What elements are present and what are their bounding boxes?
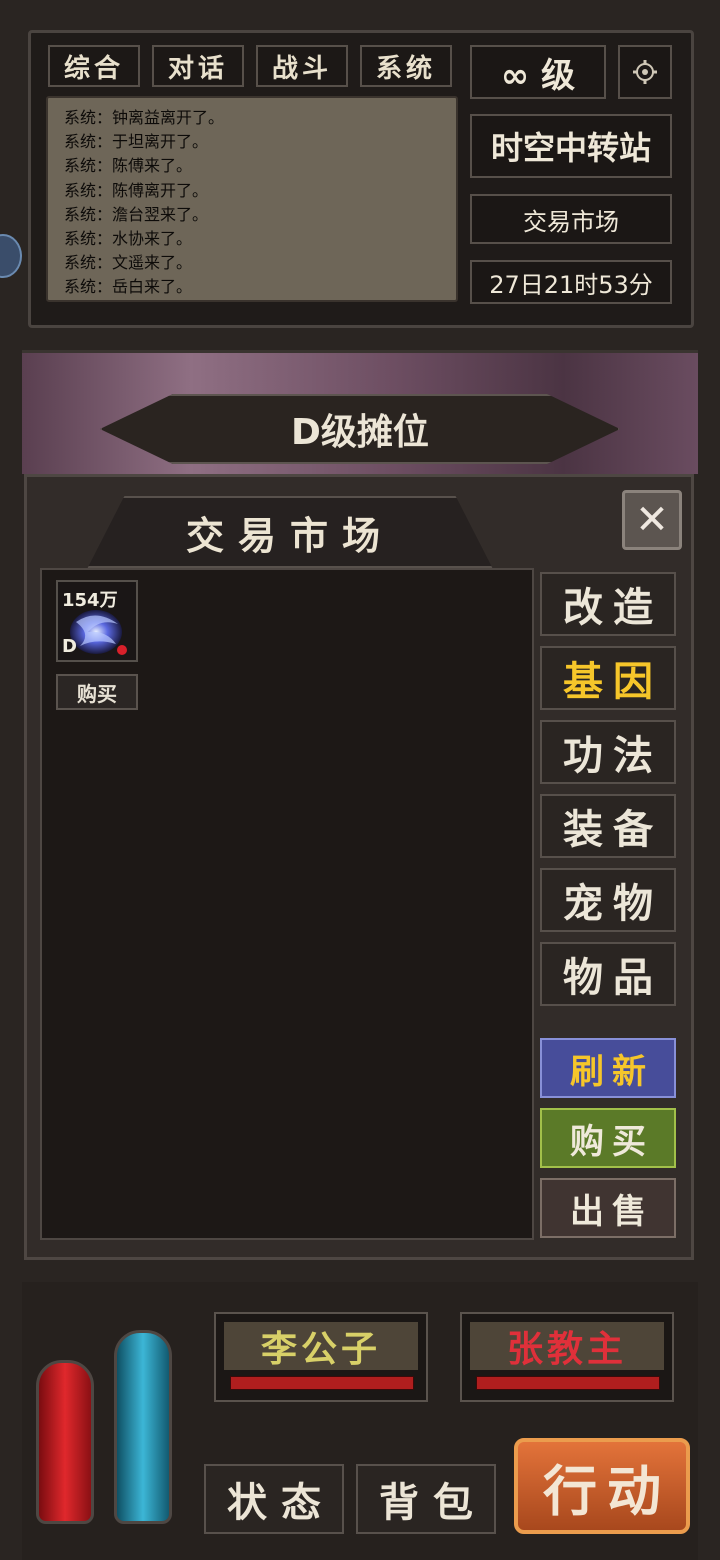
settings-button[interactable]	[618, 45, 672, 99]
category-equipment[interactable]: 装备	[540, 794, 676, 858]
category-modify[interactable]: 改造	[540, 572, 676, 636]
player-hp-bar	[230, 1376, 414, 1390]
sub-location: 交易市场	[470, 194, 672, 244]
buy-button[interactable]: 购买	[540, 1108, 676, 1168]
tab-battle[interactable]: 战斗	[256, 45, 348, 87]
action-button[interactable]: 行动	[514, 1438, 690, 1534]
game-time: 27日21时53分	[470, 260, 672, 304]
player-card-2[interactable]: 张教主	[460, 1312, 674, 1402]
location-title: 时空中转站	[470, 114, 672, 178]
chat-message: 系统：钟离益离开了。	[64, 108, 225, 127]
bag-button[interactable]: 背包	[356, 1464, 496, 1534]
player-name: 张教主	[470, 1322, 664, 1370]
player-name: 李公子	[224, 1322, 418, 1370]
category-pet[interactable]: 宠物	[540, 868, 676, 932]
stall-title: D级摊位	[100, 394, 620, 464]
category-gene[interactable]: 基因	[540, 646, 676, 710]
health-vial	[36, 1360, 94, 1524]
gear-icon	[633, 60, 657, 84]
chat-message: 系统：岳白来了。	[64, 277, 193, 297]
chat-message: 系统：澹台翌来了。	[64, 204, 209, 224]
chat-message: 系统：于坦离开了。	[64, 132, 209, 152]
tab-general[interactable]: 综合	[48, 45, 140, 87]
chat-message: 系统：文遥来了。	[64, 253, 193, 273]
refresh-button[interactable]: 刷新	[540, 1038, 676, 1098]
tab-dialogue[interactable]: 对话	[152, 45, 244, 87]
status-button[interactable]: 状态	[204, 1464, 344, 1534]
item-grid	[40, 568, 534, 1240]
level-display: ∞ 级	[470, 45, 606, 99]
chat-message: 系统：陈傅来了。	[64, 156, 193, 176]
item-buy-button[interactable]: 购买	[56, 674, 138, 710]
chat-message: 系统：水协来了。	[64, 229, 193, 249]
mana-vial	[114, 1330, 172, 1524]
sell-button[interactable]: 出售	[540, 1178, 676, 1238]
chat-log: 系统：钟离益离开了。 系统：于坦离开了。 系统：陈傅来了。 系统：陈傅离开了。 …	[46, 96, 458, 302]
player-hp-bar	[476, 1376, 660, 1390]
category-skill[interactable]: 功法	[540, 720, 676, 784]
item-price: 154万	[62, 590, 118, 611]
chat-message: 系统：陈傅离开了。	[64, 180, 209, 200]
close-button[interactable]: ✕	[622, 490, 682, 550]
item-grade: D	[62, 636, 77, 657]
side-bubble-icon[interactable]	[0, 234, 22, 278]
market-title: 交易市场	[87, 496, 493, 568]
player-card-1[interactable]: 李公子	[214, 1312, 428, 1402]
category-item[interactable]: 物品	[540, 942, 676, 1006]
tab-system[interactable]: 系统	[360, 45, 452, 87]
